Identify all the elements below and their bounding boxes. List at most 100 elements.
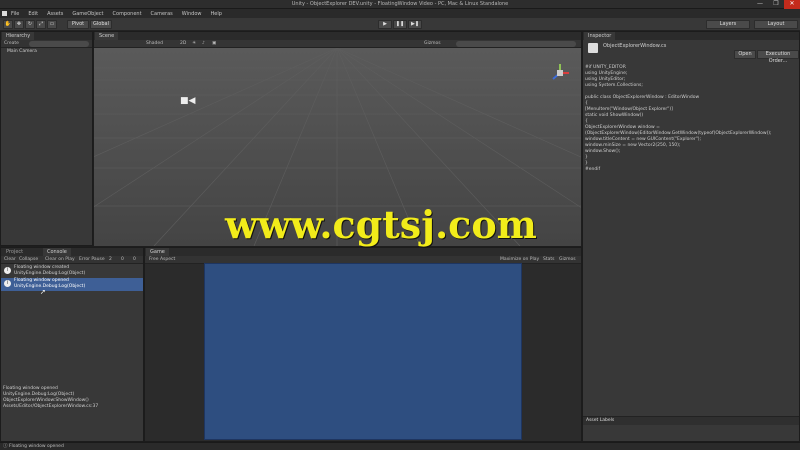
tab-project[interactable]: Project xyxy=(2,248,28,256)
axis-gizmo-icon xyxy=(552,64,569,80)
title-bar: Unity - ObjectExplorer DEV.unity - Float… xyxy=(0,0,800,9)
code-line: #endif xyxy=(585,167,601,172)
pause-button[interactable]: ❚❚ xyxy=(393,20,407,29)
mouse-cursor-icon: ➚ xyxy=(40,288,46,296)
step-button[interactable]: ▶❚ xyxy=(408,20,422,29)
lighting-icon[interactable]: ☀ xyxy=(192,40,196,48)
tab-console[interactable]: Console xyxy=(43,248,71,256)
move-tool-icon[interactable]: ✥ xyxy=(14,20,24,29)
script-preview: #if UNITY_EDITOR using UnityEngine; usin… xyxy=(585,65,798,205)
menu-assets[interactable]: Assets xyxy=(47,11,63,17)
camera-gizmo-icon[interactable]: ■◀ xyxy=(180,96,195,106)
detail-line: UnityEngine.Debug:Log(Object) xyxy=(3,392,75,397)
console-entry[interactable]: i Floating window created UnityEngine.De… xyxy=(1,265,143,278)
asset-labels-label: Asset Labels xyxy=(586,418,615,423)
menu-window[interactable]: Window xyxy=(182,11,202,17)
scene-orientation-gizmo[interactable] xyxy=(549,62,571,84)
menu-file[interactable]: File xyxy=(11,11,19,17)
code-line: } xyxy=(585,155,588,160)
menu-gameobject[interactable]: GameObject xyxy=(72,11,103,17)
layers-dropdown[interactable]: Layers xyxy=(706,20,750,29)
audio-icon[interactable]: ♪ xyxy=(202,40,205,48)
global-button[interactable]: Global xyxy=(90,20,112,29)
code-line: using System.Collections; xyxy=(585,83,643,88)
error-count-badge[interactable]: 0 xyxy=(133,256,136,264)
code-line: using UnityEditor; xyxy=(585,77,626,82)
effects-icon[interactable]: ▣ xyxy=(212,40,216,48)
collapse-button[interactable]: Collapse xyxy=(19,256,38,264)
script-file-icon xyxy=(588,43,598,53)
inspector-tabstrip: Inspector xyxy=(583,32,799,40)
warning-count-badge[interactable]: 0 xyxy=(121,256,124,264)
code-line: (ObjectExplorerWindow)EditorWindow.GetWi… xyxy=(585,131,772,136)
maximize-button[interactable]: ❐ xyxy=(768,0,784,9)
game-viewport[interactable] xyxy=(204,263,522,440)
gizmos-dropdown[interactable]: Gizmos xyxy=(424,40,441,48)
code-line: } xyxy=(585,161,588,166)
error-pause-button[interactable]: Error Pause xyxy=(79,256,105,264)
hierarchy-search-input[interactable] xyxy=(29,41,89,47)
close-button[interactable]: ✕ xyxy=(784,0,800,9)
hierarchy-item[interactable]: Main Camera xyxy=(7,49,37,54)
console-entry-selected[interactable]: i Floating window opened UnityEngine.Deb… xyxy=(1,278,143,291)
detail-line: Assets/Editor/ObjectExplorerWindow.cs:37 xyxy=(3,404,99,409)
watermark-text: www.cgtsj.com xyxy=(225,202,537,247)
console-panel: Project Console Clear Collapse Clear on … xyxy=(0,247,144,442)
main-toolbar: ✋ ✥ ↻ ⤢ ▭ Pivot Global ▶ ❚❚ ▶❚ Layers La… xyxy=(0,18,800,31)
code-line: using UnityEngine; xyxy=(585,71,628,76)
window-controls: — ❐ ✕ xyxy=(752,0,800,9)
scene-search-input[interactable] xyxy=(456,41,576,47)
minimize-button[interactable]: — xyxy=(752,0,768,9)
2d-toggle[interactable]: 2D xyxy=(180,40,186,48)
code-line: [MenuItem("Window/Object Explorer")] xyxy=(585,107,673,112)
scale-tool-icon[interactable]: ⤢ xyxy=(36,20,46,29)
pivot-button[interactable]: Pivot xyxy=(67,20,89,29)
status-text[interactable]: Floating window opened xyxy=(9,444,64,449)
detail-line: ObjectExplorerWindow:ShowWindow() xyxy=(3,398,89,403)
asset-labels-bar[interactable]: Asset Labels xyxy=(583,416,799,425)
open-button[interactable]: Open xyxy=(734,50,756,59)
execution-order-button[interactable]: Execution Order... xyxy=(757,50,799,64)
detail-line: Floating window opened xyxy=(3,386,58,391)
menu-cameras[interactable]: Cameras xyxy=(151,11,173,17)
create-dropdown[interactable]: Create xyxy=(4,41,19,46)
aspect-dropdown[interactable]: Free Aspect xyxy=(149,256,175,264)
code-line: static void ShowWindow() xyxy=(585,113,644,118)
play-button[interactable]: ▶ xyxy=(378,20,392,29)
layout-dropdown[interactable]: Layout xyxy=(754,20,798,29)
menu-edit[interactable]: Edit xyxy=(28,11,38,17)
entry-stack: UnityEngine.Debug:Log(Object) xyxy=(14,284,86,289)
hand-tool-icon[interactable]: ✋ xyxy=(3,20,13,29)
tab-hierarchy[interactable]: Hierarchy xyxy=(2,32,35,40)
asset-name: ObjectExplorerWindow.cs xyxy=(603,43,667,49)
scene-toolbar: Shaded 2D ☀ ♪ ▣ Gizmos xyxy=(94,40,581,48)
code-line: #if UNITY_EDITOR xyxy=(585,65,626,70)
entry-message: Floating window opened xyxy=(14,278,69,283)
code-line: public class ObjectExplorerWindow : Edit… xyxy=(585,95,700,100)
tab-game[interactable]: Game xyxy=(146,248,169,256)
scene-header: Scene Shaded 2D ☀ ♪ ▣ Gizmos xyxy=(93,31,582,48)
info-icon: i xyxy=(4,267,11,274)
info-count-badge[interactable]: 2 xyxy=(109,256,112,264)
info-icon: i xyxy=(4,280,11,287)
menu-help[interactable]: Help xyxy=(211,11,222,17)
entry-stack: UnityEngine.Debug:Log(Object) xyxy=(14,271,86,276)
tab-scene[interactable]: Scene xyxy=(95,32,119,40)
gizmos-toggle[interactable]: Gizmos xyxy=(559,256,576,264)
console-detail: Floating window opened UnityEngine.Debug… xyxy=(1,386,143,426)
tab-inspector[interactable]: Inspector xyxy=(584,32,616,40)
rect-tool-icon[interactable]: ▭ xyxy=(47,20,57,29)
clear-button[interactable]: Clear xyxy=(4,256,16,264)
menu-component[interactable]: Component xyxy=(113,11,142,17)
window-title: Unity - ObjectExplorer DEV.unity - Float… xyxy=(291,1,509,7)
stats-toggle[interactable]: Stats xyxy=(543,256,555,264)
code-line: window.Show(); xyxy=(585,149,621,154)
code-line: { xyxy=(585,119,588,124)
game-tabstrip: Game xyxy=(145,248,581,256)
clear-on-play-button[interactable]: Clear on Play xyxy=(45,256,75,264)
hierarchy-panel: Hierarchy Create Main Camera xyxy=(0,31,93,246)
rotate-tool-icon[interactable]: ↻ xyxy=(25,20,35,29)
entry-message: Floating window created xyxy=(14,265,70,270)
menu-bar: File Edit Assets GameObject Component Ca… xyxy=(0,9,800,18)
shaded-dropdown[interactable]: Shaded xyxy=(146,40,163,48)
